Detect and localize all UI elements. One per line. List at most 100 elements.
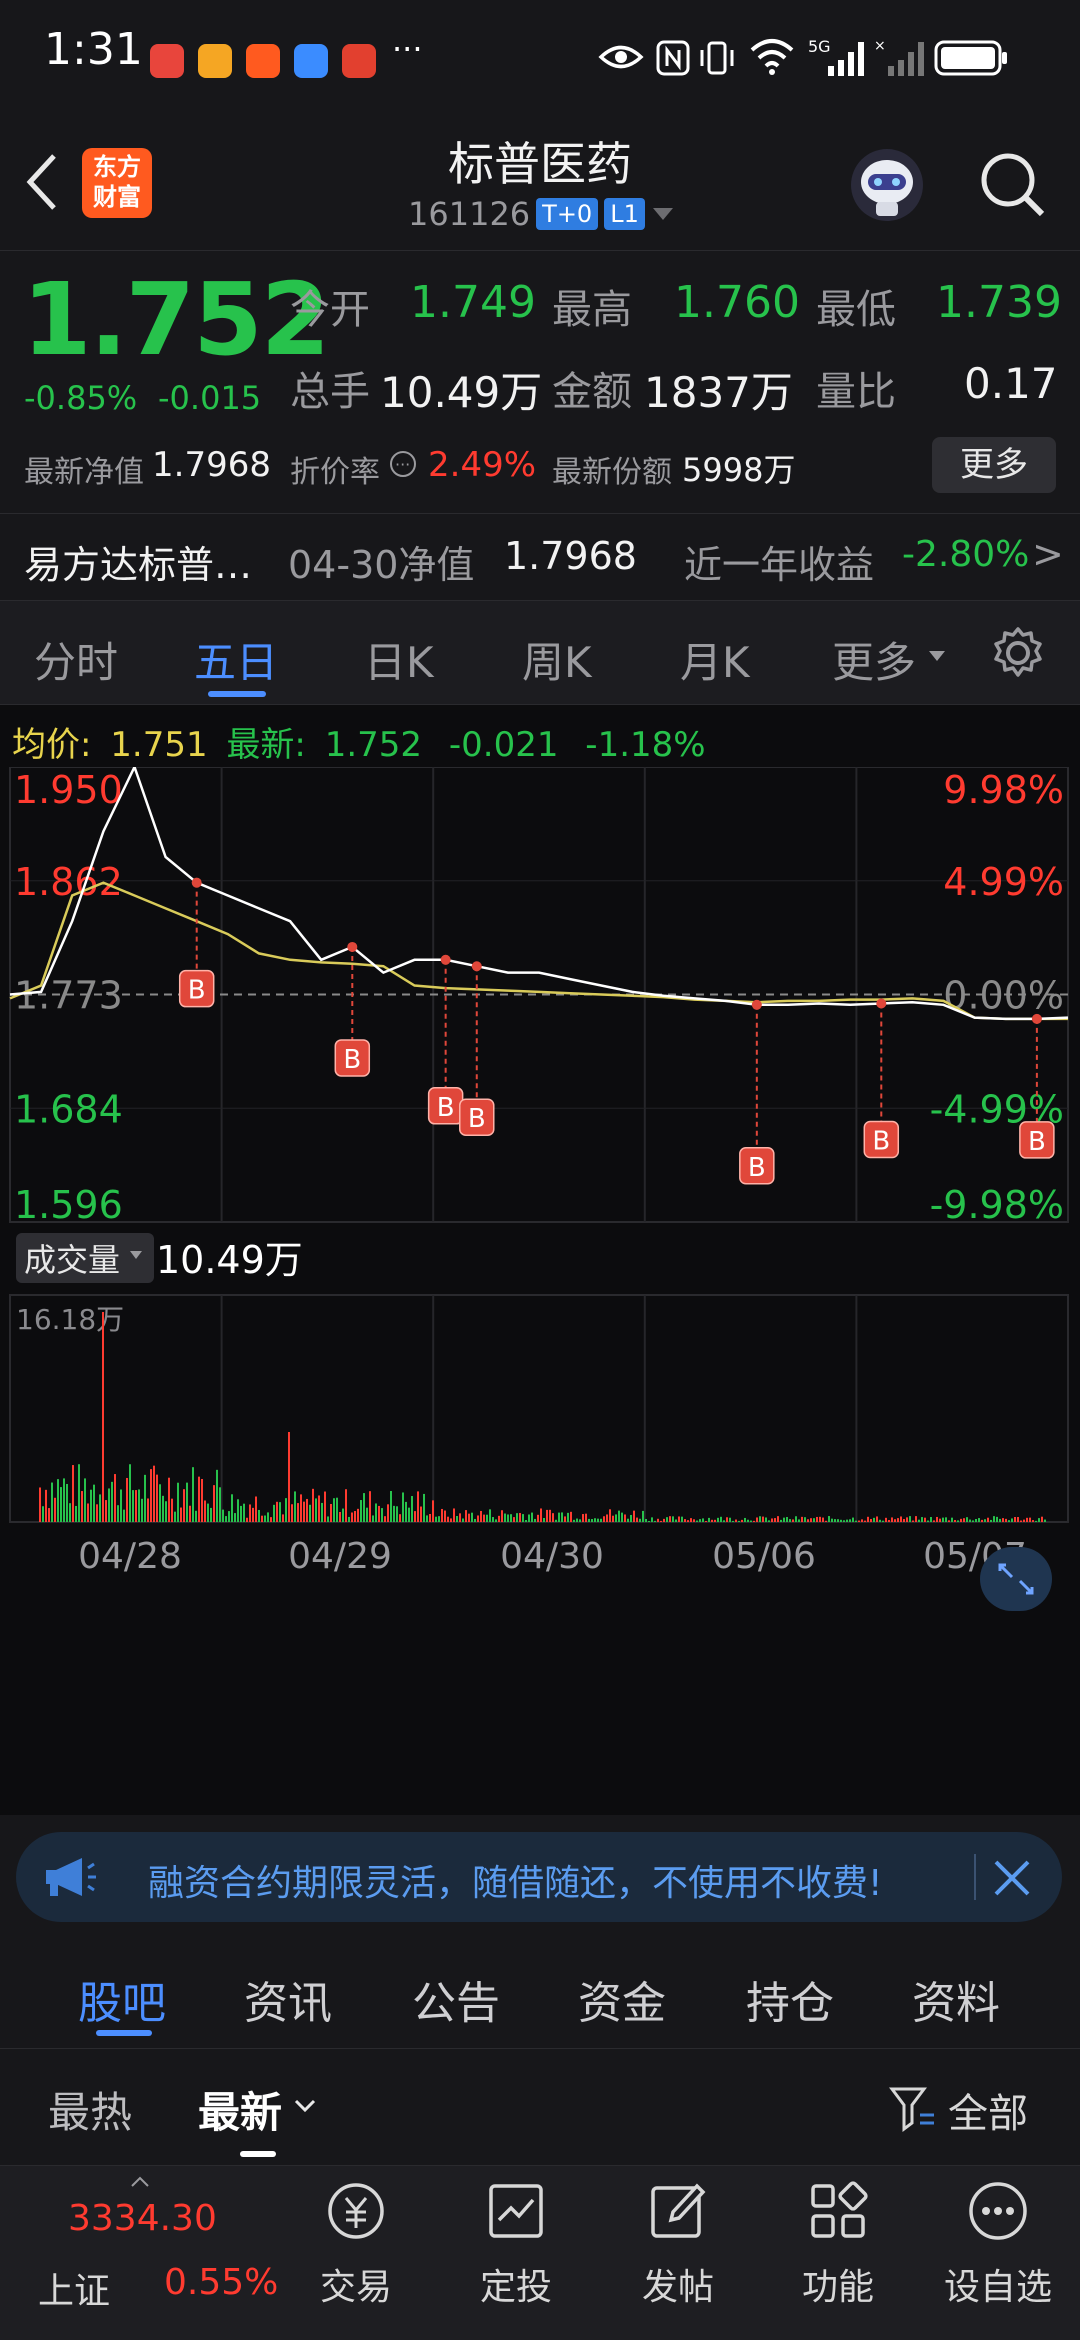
filter-latest[interactable]: 最新 [198,2079,282,2140]
avg-value: 1.751 [110,725,208,765]
nav-invest-plan[interactable]: 定投 [446,2176,586,2310]
search-icon[interactable] [978,150,1048,220]
vibrate-icon [700,41,734,75]
close-icon[interactable] [990,1856,1034,1900]
buy-marker-dot [1031,1013,1042,1024]
buy-marker-label: B [1028,1127,1046,1157]
chevron-down-icon [294,2099,316,2113]
more-notifications: ··· [392,30,423,68]
x-axis-label: 05/06 [712,1536,816,1577]
more-button[interactable]: 更多 [932,437,1056,493]
dropdown-icon [929,651,945,661]
tab-profile[interactable]: 资料 [912,1967,1000,2031]
index-value: 3334.30 [68,2198,217,2239]
nav-trade-label: 交易 [319,2267,392,2308]
filter-hot[interactable]: 最热 [48,2079,132,2140]
expand-button[interactable] [980,1547,1052,1611]
investment-plan-icon [489,2184,543,2238]
buy-marker-label: B [188,976,206,1006]
svg-text:×: × [874,38,886,54]
active-section-indicator [96,2030,152,2036]
buy-marker-label: B [468,1104,486,1134]
low-value: 1.739 [936,277,1062,328]
nav-date-label: 04-30净值 [288,543,475,587]
ratio-label: 量比 [816,369,896,415]
price-chart[interactable]: 1.9501.8621.7731.6841.5969.98%4.99%0.00%… [0,767,1080,1817]
volume-max-label: 16.18万 [16,1303,124,1336]
tab-more[interactable]: 更多 [832,629,916,690]
tab-monthly-k[interactable]: 月K [680,629,750,690]
y-axis-left-tick: 1.773 [14,974,123,1018]
robot-assistant-icon[interactable] [846,144,928,226]
nav-post[interactable]: 发帖 [608,2176,748,2310]
stock-code-row[interactable]: 161126 T+0 L1 [408,192,675,236]
nav-watchlist[interactable]: 设自选 [928,2176,1068,2310]
nav-label: 最新净值 [24,455,144,490]
active-tab-indicator [208,691,266,697]
tab-news[interactable]: 资讯 [244,1967,332,2031]
price-line [9,767,1069,1021]
chart-area[interactable]: 均价: 1.751 最新: 1.752 -0.021 -1.18% 1.950 1… [0,705,1080,1815]
chevron-up-icon [131,2176,149,2187]
app-logo[interactable]: 东方 财富 [82,148,152,218]
index-name: 上证 [38,2271,111,2312]
eye-icon [598,45,644,69]
header: 东方 财富 标普医药 161126 T+0 L1 [0,120,1080,250]
y-axis-left-tick: 1.950 [14,768,123,812]
tab-daily-k[interactable]: 日K [364,629,434,690]
buy-marker-dot [191,877,202,888]
back-icon[interactable] [22,152,62,212]
x-axis-label: 04/28 [78,1536,182,1577]
nav-date-value: 1.7968 [504,534,637,578]
status-time: 1:31 [44,24,143,75]
filter-all[interactable]: 全部 [948,2081,1028,2139]
signal-icon: × [874,38,924,76]
avg-price-line [9,881,1068,1021]
current-price: 1.752 [22,261,330,378]
nav-functions[interactable]: 功能 [768,2176,908,2310]
nav-trade[interactable]: 交易 [286,2176,426,2310]
tab-announcements[interactable]: 公告 [412,1967,500,2031]
grid-icon [811,2181,868,2238]
filter-icon[interactable] [888,2085,938,2133]
edit-icon [651,2183,706,2238]
info-icon[interactable]: ··· [388,449,418,479]
nav-watchlist-label: 设自选 [943,2267,1052,2308]
fund-info-row[interactable]: 易方达标普… 04-30净值 1.7968 近一年收益 -2.80% > [0,513,1080,601]
nfc-icon [656,40,690,76]
buy-marker-label: B [343,1045,361,1075]
tab-weekly-k[interactable]: 周K [522,629,592,690]
latest-value: 1.752 [324,725,423,765]
tab-guba[interactable]: 股吧 [78,1967,166,2031]
y-axis-left-tick: 1.684 [14,1087,123,1131]
tab-holdings[interactable]: 持仓 [746,1967,834,2031]
index-change: 0.55% [164,2262,279,2303]
logo-text: 财富 [93,183,141,211]
y-axis-left-tick: 1.862 [14,860,123,904]
avg-label: 均价: [12,725,92,765]
volume-label: 成交量 [24,1241,120,1279]
svg-text:5G: 5G [808,37,831,56]
gear-icon[interactable] [990,625,1046,681]
ratio-value: 0.17 [964,359,1058,408]
buy-marker-label: B [872,1126,890,1156]
nav-post-label: 发帖 [641,2267,714,2308]
nav-functions-label: 功能 [801,2267,874,2308]
chevron-right-icon: > [1032,532,1064,576]
tab-capital[interactable]: 资金 [578,1967,666,2031]
promo-banner[interactable]: 融资合约期限灵活，随借随还，不使用不收费! [16,1832,1062,1922]
yearly-return-value: -2.80% [902,534,1030,575]
post-filter-bar: 最热 最新 全部 [0,2048,1080,2163]
latest-change-pct: -1.18% [585,725,706,765]
bottom-nav: 3334.30 上证 0.55% 交易 定投 发帖 功能 设自选 [0,2165,1080,2340]
active-filter-indicator [240,2151,276,2157]
period-tabs: 分时 五日 日K 周K 月K 更多 [0,600,1080,705]
index-ticker[interactable]: 3334.30 上证 0.55% [24,2176,284,2326]
tab-intraday[interactable]: 分时 [34,629,118,690]
tab-five-day[interactable]: 五日 [194,629,278,690]
volume-value: 10.49万 [380,368,543,417]
high-value: 1.760 [674,277,800,328]
buy-marker-dot [876,998,887,1009]
game-icon [342,44,376,78]
t0-badge: T+0 [536,198,599,230]
